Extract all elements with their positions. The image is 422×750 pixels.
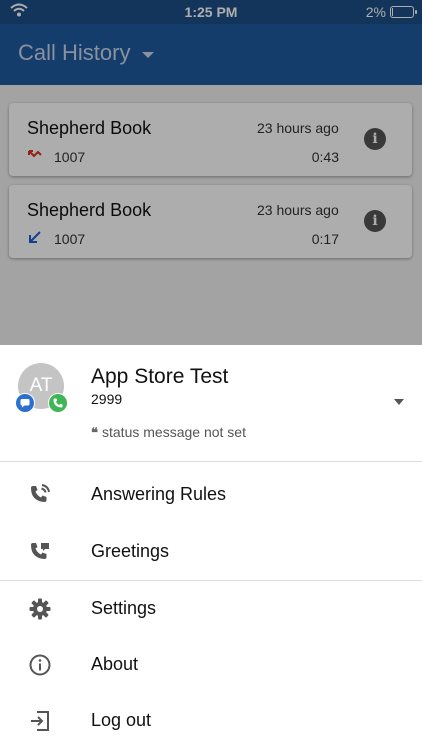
profile-name: App Store Test <box>91 365 229 388</box>
menu-item-logout[interactable]: Log out <box>0 693 422 749</box>
chat-badge-icon <box>15 393 35 413</box>
dim-overlay[interactable] <box>0 0 422 345</box>
quote-icon: ❝ <box>91 426 98 441</box>
menu-item-settings[interactable]: Settings <box>0 581 422 637</box>
status-message[interactable]: ❝ status message not set <box>91 424 246 441</box>
profile-section[interactable]: AT App Store Test 2999 ❝ status message n… <box>0 345 422 462</box>
status-message-text: status message not set <box>102 424 246 440</box>
account-bottom-sheet: AT App Store Test 2999 ❝ status message n… <box>0 345 422 750</box>
menu-item-label: Settings <box>91 598 157 618</box>
menu-item-greetings[interactable]: Greetings <box>0 524 422 580</box>
logout-icon <box>31 711 49 731</box>
menu-item-about[interactable]: About <box>0 637 422 693</box>
info-icon <box>29 654 51 676</box>
menu-item-label: About <box>91 654 139 674</box>
greetings-icon <box>31 543 49 559</box>
answering-rules-icon <box>31 484 50 502</box>
profile-extension: 2999 <box>91 391 123 407</box>
menu-item-label: Answering Rules <box>91 484 227 504</box>
menu-item-answering-rules[interactable]: Answering Rules <box>0 467 422 523</box>
chevron-down-icon[interactable] <box>394 399 404 405</box>
menu-item-label: Log out <box>91 710 152 730</box>
phone-badge-icon <box>48 393 68 413</box>
menu-item-label: Greetings <box>91 541 170 561</box>
gear-icon <box>29 598 51 620</box>
